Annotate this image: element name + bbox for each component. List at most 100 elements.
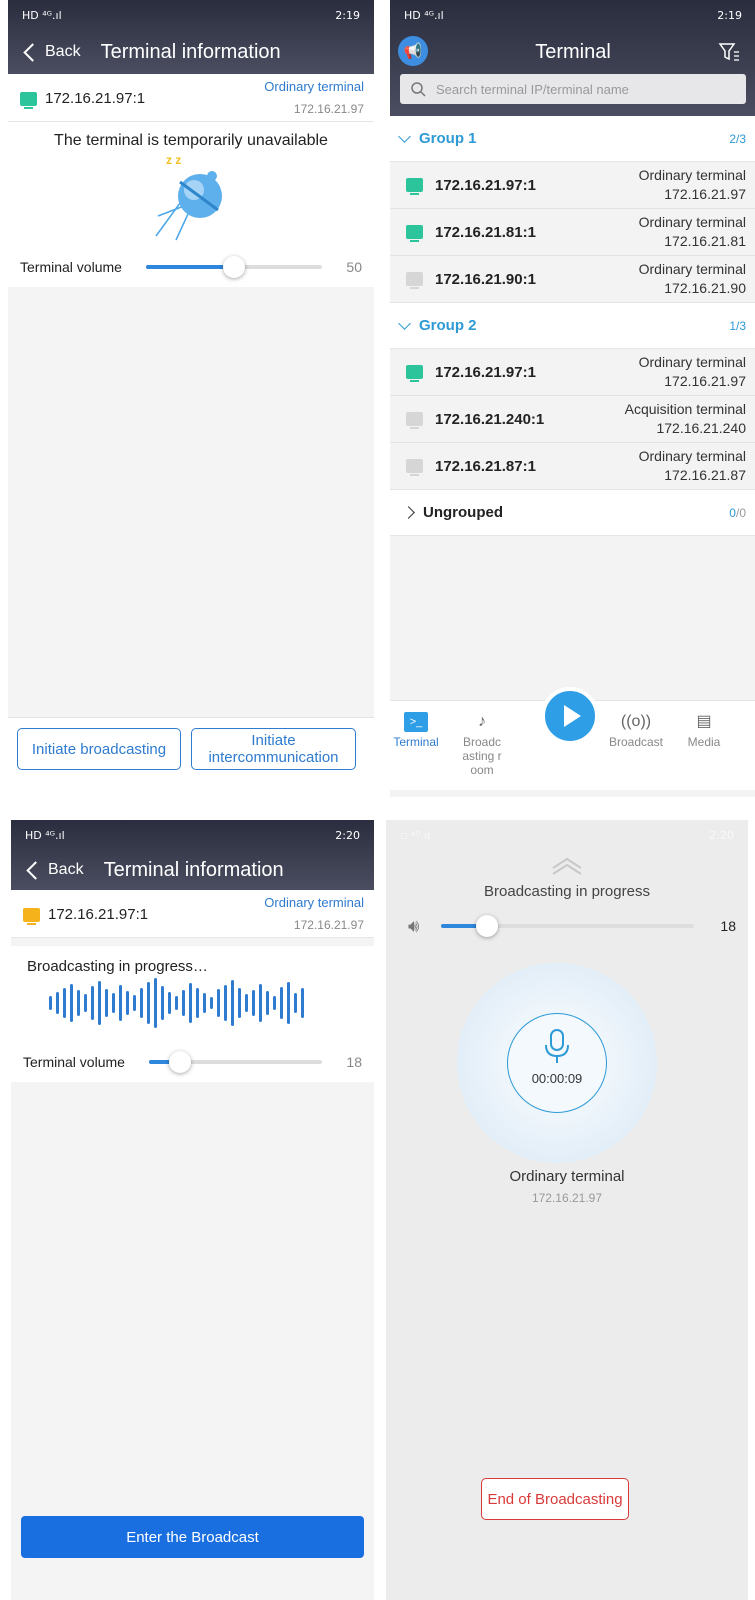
terminal-address: 172.16.21.87: [664, 467, 746, 483]
chevron-down-icon: [398, 317, 411, 330]
chevron-left-icon: [26, 860, 45, 880]
waveform-bar: [70, 984, 73, 1022]
nav-bar: Back Terminal information: [8, 30, 374, 74]
volume-slider[interactable]: [148, 1051, 322, 1073]
waveform-bar: [126, 991, 129, 1015]
initiate-broadcasting-button[interactable]: Initiate broadcasting: [17, 728, 181, 770]
terminal-row[interactable]: 172.16.21.97:1 Ordinary terminal 172.16.2…: [390, 349, 755, 396]
status-left: HD ⁴ᴳ.ıl: [22, 8, 62, 22]
waveform-bar: [147, 982, 150, 1024]
waveform-bar: [294, 993, 297, 1013]
waveform-bar: [154, 978, 157, 1028]
terminal-row[interactable]: 172.16.21.240:1 Acquisition terminal 172.…: [390, 396, 755, 443]
mic-button[interactable]: 00:00:09: [507, 1013, 607, 1113]
terminal-row[interactable]: 172.16.21.81:1 Ordinary terminal 172.16.2…: [390, 209, 755, 256]
terminal-kind: Ordinary terminal: [638, 448, 746, 464]
terminal-address: 172.16.21.97: [664, 373, 746, 389]
tab-broadcast[interactable]: ((o)) Broadcast: [604, 709, 668, 750]
group-header[interactable]: Group 2 1/3: [390, 303, 755, 349]
tab-media[interactable]: ▤ Media: [674, 709, 734, 750]
monitor-online-icon: [20, 91, 37, 109]
terminal-kind: Ordinary terminal: [509, 1168, 625, 1185]
collapse-chevron-icon[interactable]: [386, 856, 748, 881]
filter-icon[interactable]: [718, 41, 740, 63]
status-left: ▫ ⁴ᴳ.ıl: [400, 828, 431, 842]
volume-slider[interactable]: [441, 915, 694, 937]
volume-value: 18: [720, 918, 736, 934]
tab-label: Media: [687, 735, 721, 749]
status-left: HD ⁴ᴳ.ıl: [404, 8, 444, 22]
media-file-icon: ▤: [696, 713, 712, 730]
volume-slider[interactable]: [145, 256, 322, 278]
volume-knob[interactable]: [222, 256, 245, 278]
back-button[interactable]: Back: [23, 860, 84, 880]
terminal-address: 172.16.21.97: [531, 1191, 603, 1205]
status-time: 2:19: [717, 8, 742, 22]
action-bar: Initiate broadcasting Initiate intercomm…: [8, 717, 374, 790]
volume-knob[interactable]: [475, 915, 498, 937]
header: HD ⁴ᴳ.ıl 2:19 Back Terminal information: [8, 0, 374, 74]
initiate-intercommunication-button[interactable]: Initiate intercommunication: [191, 728, 356, 770]
broadcasting-section: Broadcasting in progress…: [11, 946, 374, 1042]
group-count-online: 0: [729, 505, 736, 520]
terminal-kind: Ordinary terminal: [638, 214, 746, 230]
waveform-bar: [161, 986, 164, 1020]
tab-label: Broadc asting room: [462, 735, 502, 777]
status-bar: HD ⁴ᴳ.ıl 2:19: [8, 0, 374, 30]
terminal-summary: 172.16.21.97:1 Ordinary terminal 172.16.…: [11, 890, 374, 938]
enter-broadcast-button[interactable]: Enter the Broadcast: [21, 1516, 364, 1558]
waveform-bar: [98, 981, 101, 1025]
group-name: Group 2: [419, 317, 477, 334]
waveform-bar: [252, 990, 255, 1016]
volume-label: Terminal volume: [20, 259, 122, 275]
terminal-kind: Acquisition terminal: [624, 401, 746, 417]
play-button[interactable]: [541, 687, 599, 745]
waveform-bar: [210, 997, 213, 1009]
waveform-bar: [91, 986, 94, 1020]
tab-label: Broadcast: [608, 735, 664, 749]
back-label: Back: [48, 861, 84, 878]
group-header-ungrouped[interactable]: Ungrouped 0/0: [390, 490, 755, 536]
monitor-offline-icon: [406, 412, 423, 429]
terminal-row[interactable]: 172.16.21.97:1 Ordinary terminal 172.16.2…: [390, 162, 755, 209]
search-input[interactable]: Search terminal IP/terminal name: [400, 74, 746, 104]
volume-label: Terminal volume: [23, 1054, 125, 1070]
audio-waveform: [11, 975, 374, 1031]
broadcast-icon: ((o)): [620, 713, 652, 730]
waveform-bar: [119, 985, 122, 1021]
page-title: Terminal information: [103, 858, 284, 881]
speaker-icon[interactable]: 🔊︎: [408, 916, 419, 937]
nav-bar: Back Terminal information: [11, 850, 374, 890]
megaphone-icon[interactable]: 📢: [398, 36, 428, 66]
volume-value: 50: [346, 259, 362, 275]
waveform-bar: [84, 994, 87, 1012]
bottom-tab-bar: >_ Terminal ♪ Broadc asting room ((o)) B…: [390, 687, 755, 790]
terminal-address: 172.16.21.97: [664, 186, 746, 202]
volume-fill: [145, 265, 234, 269]
waveform-bar: [266, 991, 269, 1015]
terminal-row[interactable]: 172.16.21.87:1 Ordinary terminal 172.16.2…: [390, 443, 755, 490]
tab-terminal[interactable]: >_ Terminal: [390, 709, 446, 749]
terminal-summary: 172.16.21.97:1 Ordinary terminal 172.16.…: [8, 74, 374, 122]
terminal-address: 172.16.21.90: [664, 280, 746, 296]
volume-value: 18: [346, 1054, 362, 1070]
end-broadcasting-button[interactable]: End of Broadcasting: [481, 1478, 629, 1520]
terminal-list-screen: HD ⁴ᴳ.ıl 2:19 📢 Terminal Search terminal…: [390, 0, 755, 797]
tab-broadcasting-room[interactable]: ♪ Broadc asting room: [452, 709, 512, 778]
waveform-bar: [182, 990, 185, 1016]
terminal-row[interactable]: 172.16.21.90:1 Ordinary terminal 172.16.2…: [390, 256, 755, 303]
group-count: 2/3: [729, 131, 746, 146]
broadcasting-control-screen: ▫ ⁴ᴳ.ıl 2:20 Broadcasting in progress 🔊︎…: [386, 820, 748, 1600]
monitor-offline-icon: [406, 272, 423, 289]
waveform-bar: [273, 996, 276, 1010]
nav-bar: 📢 Terminal: [390, 30, 755, 74]
waveform-bar: [280, 987, 283, 1019]
terminal-volume-row: Terminal volume 18: [11, 1042, 374, 1082]
terminal-info-unavailable-screen: HD ⁴ᴳ.ıl 2:19 Back Terminal information …: [8, 0, 374, 790]
group-name: Group 1: [419, 130, 477, 147]
volume-knob[interactable]: [169, 1051, 192, 1073]
terminal-address: 172.16.21.240: [656, 420, 746, 436]
waveform-bar: [238, 988, 241, 1018]
group-header[interactable]: Group 1 2/3: [390, 116, 755, 162]
back-button[interactable]: Back: [20, 42, 81, 62]
